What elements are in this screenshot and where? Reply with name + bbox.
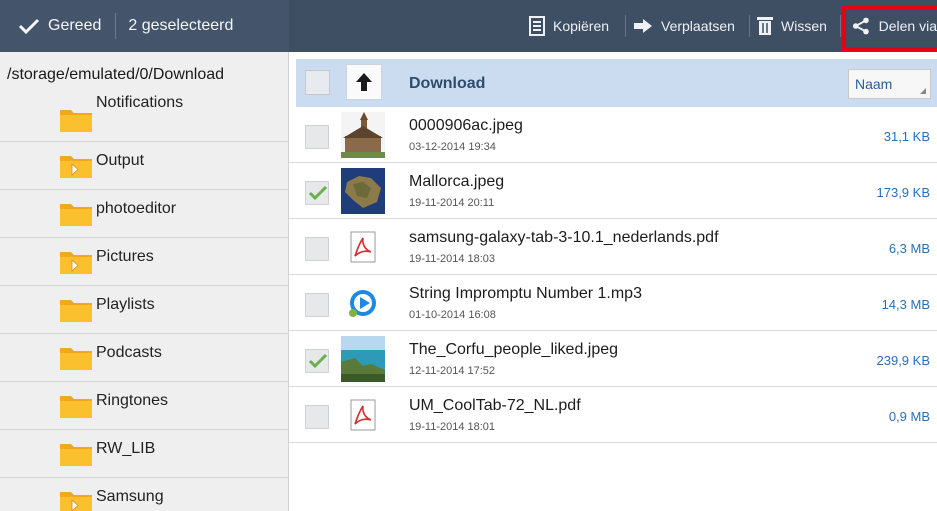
folder-name: photoeditor xyxy=(96,200,177,217)
file-checkbox[interactable] xyxy=(305,181,329,205)
separator xyxy=(115,13,117,39)
file-checkbox[interactable] xyxy=(305,237,329,261)
file-size: 31,1 KB xyxy=(883,129,930,144)
folder-icon xyxy=(59,440,93,467)
file-date: 01-10-2014 16:08 xyxy=(409,309,496,321)
folder-name: Notifications xyxy=(96,94,184,111)
file-list-panel: Download Naam 0000906ac.jpeg 03-12-2014 … xyxy=(289,52,937,511)
folder-name: Pictures xyxy=(96,248,154,265)
folder-item[interactable]: Podcasts xyxy=(0,334,288,382)
arrow-right-icon xyxy=(634,19,652,33)
file-thumbnail xyxy=(341,168,385,214)
audio-icon xyxy=(341,280,385,326)
folder-item[interactable]: Ringtones xyxy=(0,382,288,430)
dropdown-corner-icon xyxy=(920,88,926,94)
file-row[interactable]: The_Corfu_people_liked.jpeg 12-11-2014 1… xyxy=(289,331,937,387)
file-row[interactable]: String Impromptu Number 1.mp3 01-10-2014… xyxy=(289,275,937,331)
folder-arrow-icon xyxy=(59,488,93,511)
folder-icon xyxy=(59,392,93,419)
selection-area: Gereed 2 geselecteerd xyxy=(0,0,289,52)
up-folder-button[interactable] xyxy=(346,64,382,100)
folder-name: Podcasts xyxy=(96,344,162,361)
file-size: 14,3 MB xyxy=(881,297,930,312)
file-name: UM_CoolTab-72_NL.pdf xyxy=(409,397,581,414)
delete-button[interactable]: Wissen xyxy=(757,0,827,52)
checkmark-icon xyxy=(308,353,328,369)
file-thumbnail xyxy=(341,336,385,382)
file-checkbox[interactable] xyxy=(305,405,329,429)
pdf-icon xyxy=(341,224,385,270)
folder-name: RW_LIB xyxy=(96,440,156,457)
divider xyxy=(840,15,841,37)
file-thumbnail xyxy=(341,112,385,158)
checkmark-icon xyxy=(308,185,328,201)
folder-item[interactable]: Pictures xyxy=(0,238,288,286)
file-row[interactable]: Mallorca.jpeg 19-11-2014 20:11 173,9 KB xyxy=(289,163,937,219)
done-button[interactable]: Gereed xyxy=(0,0,101,52)
file-checkbox[interactable] xyxy=(305,125,329,149)
folder-icon xyxy=(59,106,93,133)
done-label: Gereed xyxy=(48,17,102,34)
folder-icon xyxy=(59,296,93,323)
file-size: 239,9 KB xyxy=(876,353,931,368)
up-arrow-icon xyxy=(356,73,372,91)
folder-panel: /storage/emulated/0/Download Notificatio… xyxy=(0,52,289,511)
folder-item[interactable]: photoeditor xyxy=(0,190,288,238)
copy-button[interactable]: Kopiëren xyxy=(529,0,609,52)
folder-item[interactable]: Output xyxy=(0,142,288,190)
folder-title: Download xyxy=(409,75,486,92)
move-button[interactable]: Verplaatsen xyxy=(633,0,735,52)
sort-value: Naam xyxy=(855,76,893,92)
file-row[interactable]: UM_CoolTab-72_NL.pdf 19-11-2014 18:01 0,… xyxy=(289,387,937,443)
folder-item[interactable]: RW_LIB xyxy=(0,430,288,478)
file-date: 03-12-2014 19:34 xyxy=(409,141,496,153)
file-checkbox[interactable] xyxy=(305,293,329,317)
file-name: String Impromptu Number 1.mp3 xyxy=(409,285,642,302)
file-row[interactable]: 0000906ac.jpeg 03-12-2014 19:34 31,1 KB xyxy=(289,107,937,163)
file-row[interactable]: samsung-galaxy-tab-3-10.1_nederlands.pdf… xyxy=(289,219,937,275)
selected-count: 2 geselecteerd xyxy=(128,17,234,34)
file-size: 0,9 MB xyxy=(888,409,930,424)
divider xyxy=(749,15,750,37)
folder-name: Samsung xyxy=(96,488,164,505)
file-size: 6,3 MB xyxy=(888,241,930,256)
pdf-icon xyxy=(341,392,385,438)
divider xyxy=(625,15,626,37)
sort-dropdown[interactable]: Naam xyxy=(848,69,931,99)
folder-name: Playlists xyxy=(96,296,155,313)
highlight-box xyxy=(842,6,937,51)
folder-item[interactable]: Playlists xyxy=(0,286,288,334)
current-path: /storage/emulated/0/Download xyxy=(7,66,225,83)
folder-item[interactable]: Samsung xyxy=(0,478,288,511)
list-header: Download Naam xyxy=(296,59,937,107)
folder-item[interactable]: Notifications xyxy=(0,94,288,142)
trash-icon xyxy=(757,17,773,35)
file-size: 173,9 KB xyxy=(876,185,931,200)
folder-arrow-icon xyxy=(59,152,93,179)
delete-label: Wissen xyxy=(781,18,827,34)
folder-icon xyxy=(59,344,93,371)
file-date: 19-11-2014 18:03 xyxy=(409,253,496,265)
move-label: Verplaatsen xyxy=(661,18,735,34)
file-name: samsung-galaxy-tab-3-10.1_nederlands.pdf xyxy=(409,229,719,246)
select-all-checkbox[interactable] xyxy=(305,70,330,95)
folder-name: Ringtones xyxy=(96,392,169,409)
file-checkbox[interactable] xyxy=(305,349,329,373)
file-date: 19-11-2014 18:01 xyxy=(409,421,496,433)
file-name: Mallorca.jpeg xyxy=(409,173,505,190)
action-bar: Gereed 2 geselecteerd Kopiëren Verplaats… xyxy=(0,0,937,52)
file-name: The_Corfu_people_liked.jpeg xyxy=(409,341,619,358)
copy-icon xyxy=(529,16,545,36)
file-name: 0000906ac.jpeg xyxy=(409,117,523,134)
folder-icon xyxy=(59,200,93,227)
file-date: 12-11-2014 17:52 xyxy=(409,365,496,377)
file-date: 19-11-2014 20:11 xyxy=(409,197,495,209)
folder-arrow-icon xyxy=(59,248,93,275)
copy-label: Kopiëren xyxy=(553,18,610,34)
checkmark-icon xyxy=(18,18,40,34)
folder-name: Output xyxy=(96,152,145,169)
